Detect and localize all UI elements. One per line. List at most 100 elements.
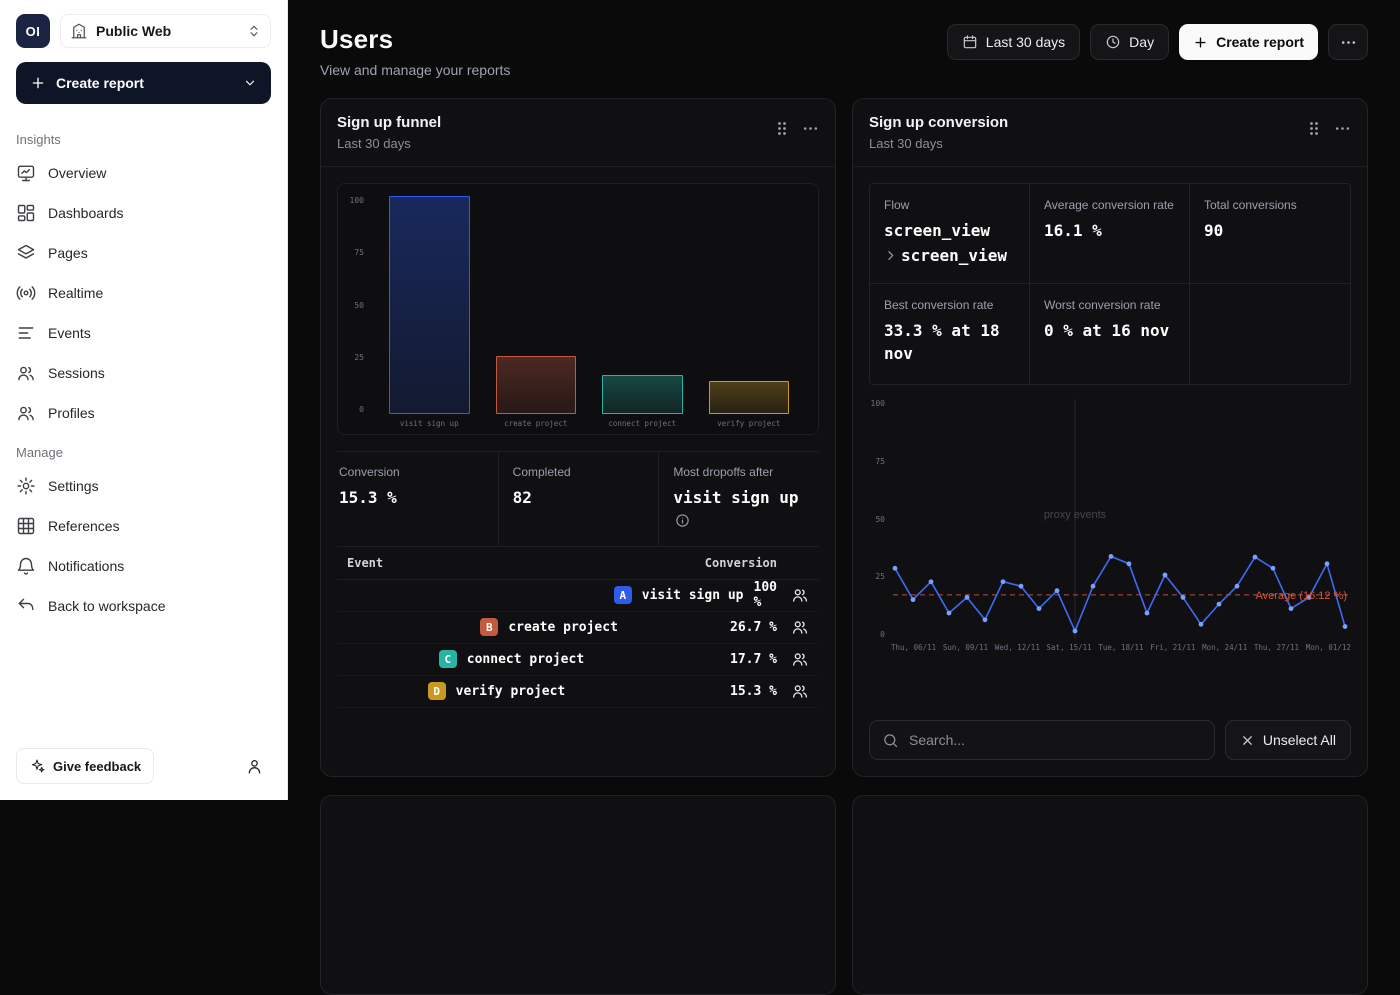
event-name: create project — [508, 620, 720, 635]
date-range-button[interactable]: Last 30 days — [947, 24, 1080, 60]
users-icon[interactable] — [791, 618, 809, 636]
stat-value: visit sign up — [673, 487, 805, 532]
more-button[interactable] — [1328, 24, 1368, 60]
drag-dots-icon — [776, 120, 788, 137]
interval-button[interactable]: Day — [1090, 24, 1169, 60]
unselect-all-label: Unselect All — [1263, 732, 1336, 748]
info-icon[interactable] — [675, 513, 690, 528]
card-menu-button[interactable] — [1334, 120, 1351, 137]
flow-step-1: screen_view — [884, 220, 1015, 242]
stat-value: 90 — [1204, 220, 1336, 242]
drag-handle[interactable] — [1308, 120, 1320, 137]
table-row[interactable]: D verify project 15.3 % — [337, 676, 819, 708]
card-title: Sign up conversion — [869, 114, 1008, 131]
sidebar-item-back-to-workspace[interactable]: Back to workspace — [16, 586, 271, 626]
funnel-table: Event Conversion A visit sign up 100 % B… — [337, 547, 819, 708]
sidebar-item-settings[interactable]: Settings — [16, 466, 271, 506]
conversion-controls: Unselect All — [869, 706, 1351, 760]
sidebar-item-overview[interactable]: Overview — [16, 153, 271, 193]
funnel-y-axis: 1007550250 — [348, 196, 370, 414]
undo-arrow-icon — [16, 596, 36, 616]
page-subtitle: View and manage your reports — [320, 62, 510, 78]
funnel-card-body: 1007550250 visit sign up create project co… — [321, 167, 835, 776]
manage-section-label: Manage — [16, 445, 271, 460]
sidebar-item-references[interactable]: References — [16, 506, 271, 546]
sidebar-item-label: Realtime — [48, 285, 103, 301]
sidebar-item-events[interactable]: Events — [16, 313, 271, 353]
stat-most-dropoffs: Most dropoffs after visit sign up — [658, 452, 819, 546]
sidebar-item-label: Profiles — [48, 405, 95, 421]
user-icon — [245, 757, 264, 776]
sidebar: OI Public Web Create report Insights Ove… — [0, 0, 288, 800]
sidebar-item-sessions[interactable]: Sessions — [16, 353, 271, 393]
search-input[interactable] — [909, 732, 1202, 748]
conversion-card-body: Flow screen_view screen_view Average con… — [853, 167, 1367, 776]
give-feedback-label: Give feedback — [53, 759, 141, 774]
stat-label: Worst conversion rate — [1044, 297, 1175, 313]
stat-label: Best conversion rate — [884, 297, 1015, 313]
gear-icon — [16, 476, 36, 496]
app-logo-text: OI — [26, 24, 41, 39]
column-header-conversion: Conversion — [705, 556, 777, 570]
create-report-label: Create report — [56, 75, 233, 91]
stat-value: 0 % at 16 nov — [1044, 320, 1175, 342]
chevron-right-icon — [884, 249, 897, 262]
users-icon[interactable] — [791, 650, 809, 668]
stat-worst-rate: Worst conversion rate 0 % at 16 nov — [1030, 284, 1190, 384]
realtime-icon — [16, 283, 36, 303]
sidebar-item-realtime[interactable]: Realtime — [16, 273, 271, 313]
table-row[interactable]: B create project 26.7 % — [337, 612, 819, 644]
sidebar-footer: Give feedback — [16, 748, 271, 784]
search-box — [869, 720, 1215, 760]
sidebar-item-label: Pages — [48, 245, 88, 261]
main-content: Users View and manage your reports Last … — [288, 0, 1400, 800]
table-row[interactable]: A visit sign up 100 % — [337, 580, 819, 612]
table-row[interactable]: C connect project 17.7 % — [337, 644, 819, 676]
app-logo: OI — [16, 14, 50, 48]
drag-handle[interactable] — [776, 120, 788, 137]
sidebar-item-pages[interactable]: Pages — [16, 233, 271, 273]
stat-value: 16.1 % — [1044, 220, 1175, 242]
card-actions — [1308, 120, 1351, 137]
event-badge: B — [480, 618, 498, 636]
ellipsis-icon — [802, 120, 819, 137]
sidebar-item-label: Overview — [48, 165, 106, 181]
profile-button[interactable] — [237, 749, 271, 783]
sidebar-item-profiles[interactable]: Profiles — [16, 393, 271, 433]
sidebar-item-notifications[interactable]: Notifications — [16, 546, 271, 586]
stat-label: Flow — [884, 197, 1015, 213]
chevron-updown-icon — [247, 24, 261, 38]
funnel-bar-chart: 1007550250 visit sign upcreate projectco… — [337, 183, 819, 435]
ellipsis-icon — [1334, 120, 1351, 137]
page-header: Users View and manage your reports Last … — [320, 24, 1368, 78]
event-conversion: 100 % — [754, 580, 777, 610]
users-icon[interactable] — [791, 586, 809, 604]
conversion-stats: Flow screen_view screen_view Average con… — [869, 183, 1351, 385]
create-report-header-label: Create report — [1216, 34, 1304, 50]
search-icon — [882, 732, 899, 749]
card-menu-button[interactable] — [802, 120, 819, 137]
stat-total-conversions: Total conversions 90 — [1190, 184, 1350, 284]
insights-section-label: Insights — [16, 132, 271, 147]
sidebar-item-dashboards[interactable]: Dashboards — [16, 193, 271, 233]
stat-completed: Completed 82 — [498, 452, 659, 546]
plus-icon — [30, 75, 46, 91]
stat-empty-cell — [1190, 284, 1350, 384]
date-range-label: Last 30 days — [986, 34, 1065, 50]
x-icon — [1240, 733, 1255, 748]
unselect-all-button[interactable]: Unselect All — [1225, 720, 1351, 760]
workspace-selector[interactable]: Public Web — [60, 14, 271, 48]
create-report-header-button[interactable]: Create report — [1179, 24, 1318, 60]
users-icon[interactable] — [791, 682, 809, 700]
stat-value: 33.3 % at 18 nov — [884, 320, 1015, 365]
partial-card — [320, 795, 836, 995]
dropoff-event: visit sign up — [673, 488, 798, 507]
clock-icon — [1105, 34, 1121, 50]
funnel-plot: 1007550250 — [348, 196, 808, 414]
event-conversion: 26.7 % — [730, 620, 777, 635]
stat-flow: Flow screen_view screen_view — [870, 184, 1030, 284]
create-report-button[interactable]: Create report — [16, 62, 271, 104]
give-feedback-button[interactable]: Give feedback — [16, 748, 154, 784]
partial-card — [852, 795, 1368, 995]
event-name: connect project — [467, 652, 720, 667]
